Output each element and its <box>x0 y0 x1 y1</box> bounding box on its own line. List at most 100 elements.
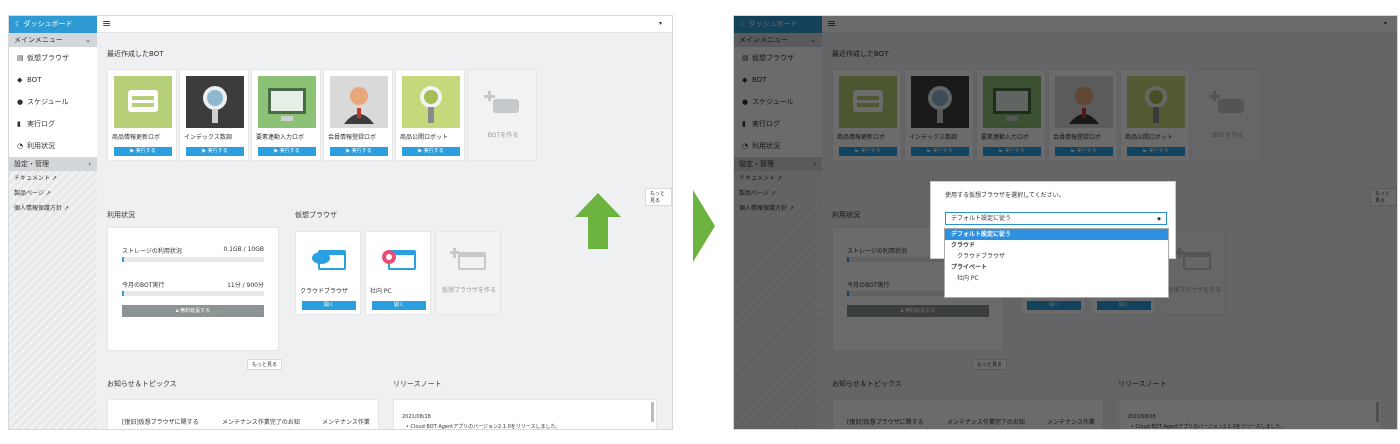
top-bar: ≡▾ <box>97 16 672 33</box>
chevron-down-icon: ⌄ <box>85 36 91 44</box>
sidebar-item-1[interactable]: ◆ BOT <box>9 69 97 91</box>
news-panel: [復旧]仮想ブラウザに関する メンテナンス作業完了のお知 メンテナンス作業 <box>107 399 379 429</box>
vbrowser-card[interactable]: 社内 PC 開く <box>365 231 431 315</box>
user-dropdown-icon[interactable]: ▾ <box>659 20 662 27</box>
run-bot-button[interactable]: ▶ 実行する <box>258 147 316 156</box>
release-panel: 2021/08/18 • Cloud BOT Agentアプリのバージョン2.1… <box>393 399 657 430</box>
sidebar-link-label: 個人情報保護方針 <box>14 205 63 212</box>
next-step-arrow <box>693 190 715 262</box>
vbrowser-options-list: デフォルト設定に従うクラウドクラウドブラウザプライベート 社内 PC <box>944 228 1169 298</box>
select-option: クラウド <box>945 240 1168 251</box>
select-option[interactable]: 社内 PC <box>945 273 1168 284</box>
select-option[interactable]: クラウドブラウザ <box>945 251 1168 262</box>
runs-value: 11分 / 900分 <box>227 282 264 289</box>
usage-panel: ストレージの利用状況 0.1GB / 10GB 今月のBOT実行 11分 / 900… <box>107 227 279 351</box>
option-label: プライベート <box>951 264 988 271</box>
recent-bots-title: 最近作成したBOT <box>107 50 164 58</box>
sidebar-link-1[interactable]: 製品ページ ↗ <box>9 186 97 201</box>
more-usage-button[interactable]: もっと見る <box>247 359 283 370</box>
vbrowser-card[interactable]: クラウドブラウザ 開く <box>295 231 361 315</box>
sidebar-item-label: 利用状況 <box>27 142 55 150</box>
sidebar-item-label: BOT <box>27 76 42 84</box>
create-bot-card[interactable]: BOTを作る <box>467 69 537 161</box>
dashboard-icon: ☾ <box>15 20 24 28</box>
bot-name: 商品情報更新ロボ <box>112 134 161 141</box>
runs-progress <box>122 291 264 296</box>
bot-card[interactable]: 要素連動入力ロボ ▶ 実行する <box>251 69 321 161</box>
open-vbrowser-button[interactable]: 開く <box>302 301 356 310</box>
option-label: 社内 PC <box>957 275 979 282</box>
bot-card[interactable]: 商品公開ロボット ▶ 実行する <box>395 69 465 161</box>
select-option: プライベート <box>945 262 1168 273</box>
storage-row: ストレージの利用状況 0.1GB / 10GB <box>122 246 264 255</box>
release-scrollbar[interactable] <box>651 402 654 422</box>
runs-fill <box>122 291 125 296</box>
bot-name: 要素連動入力ロボ <box>256 134 305 141</box>
clock-icon: ● <box>17 98 24 106</box>
sidebar-item-0[interactable]: ▤仮想ブラウザ <box>9 47 97 69</box>
create-vbrowser-card[interactable]: 仮想ブラウザを作る <box>435 231 501 315</box>
run-bot-button[interactable]: ▶ 実行する <box>402 147 460 156</box>
bot-card[interactable]: 商品情報更新ロボ ▶ 実行する <box>107 69 177 161</box>
news-item[interactable]: [復旧]仮想ブラウザに関する <box>122 417 212 426</box>
chevron-right-icon: › <box>88 160 91 168</box>
bot-card[interactable]: 会員情報登録ロボ ▶ 実行する <box>323 69 393 161</box>
dashboard-screen: ☾ ダッシュボード メインメニュー⌄▤仮想ブラウザ◆BOT●スケジュール▮実行ロ… <box>8 15 673 430</box>
select-caret-icon: ◆ <box>1157 216 1161 222</box>
vbrowser-name: クラウドブラウザ <box>300 288 349 295</box>
brand-label: ダッシュボード <box>23 20 73 28</box>
sidebar-item-4[interactable]: ◔利用状況 <box>9 135 97 157</box>
release-line: • Cloud BOT Agentアプリのバージョン2.1.0をリリースしました… <box>406 424 561 430</box>
storage-label: ストレージの利用状況 <box>122 248 182 255</box>
usage-title: 利用状況 <box>107 211 135 219</box>
external-link-icon: ↗ <box>51 175 57 182</box>
private-pc-icon <box>380 246 418 272</box>
sidebar-link-label: ドキュメント <box>14 175 51 182</box>
storage-value: 0.1GB / 10GB <box>223 246 264 253</box>
main-menu-label: メインメニュー <box>14 36 63 44</box>
bot-card[interactable]: インデックス数調 ▶ 実行する <box>179 69 249 161</box>
vbrowser-select[interactable]: デフォルト設定に従う ◆ <box>945 212 1167 225</box>
more-bots-button[interactable]: もっと見る <box>645 188 672 206</box>
sidebar-link-label: 製品ページ <box>14 190 44 197</box>
option-label: クラウド <box>951 242 976 249</box>
dashboard-screen: ☾ ダッシュボード メインメニュー⌄▤仮想ブラウザ◆BOT●スケジュール▮実行ロ… <box>733 15 1398 430</box>
release-title: リリースノート <box>393 380 442 388</box>
document-icon: ▮ <box>17 120 21 128</box>
add-browser-icon <box>450 246 488 272</box>
sidebar-item-label: 実行ログ <box>27 120 55 128</box>
brand-dashboard[interactable]: ☾ ダッシュボード <box>9 16 97 33</box>
bot-thumbnail-icon <box>258 76 316 128</box>
storage-progress <box>122 257 264 262</box>
sidebar-item-3[interactable]: ▮ 実行ログ <box>9 113 97 135</box>
bot-thumbnail-icon <box>402 76 460 128</box>
vbrowser-title: 仮想ブラウザ <box>295 211 337 219</box>
bot-thumbnail-icon <box>114 76 172 128</box>
pie-chart-icon: ◔ <box>17 142 24 150</box>
storage-fill <box>122 257 125 262</box>
news-item[interactable]: メンテナンス作業完了のお知 <box>222 417 312 426</box>
settings-menu-header[interactable]: 設定・管理 › <box>9 157 97 171</box>
sidebar-item-2[interactable]: ●スケジュール <box>9 91 97 113</box>
select-option[interactable]: デフォルト設定に従う <box>945 229 1168 240</box>
upgrade-label: 無料延長する <box>180 308 211 314</box>
runs-label: 今月のBOT実行 <box>122 282 165 289</box>
run-bot-button[interactable]: ▶ 実行する <box>114 147 172 156</box>
cloud-browser-icon <box>310 246 348 272</box>
select-value: デフォルト設定に従う <box>951 215 1012 222</box>
main-menu-header[interactable]: メインメニュー ⌄ <box>9 33 97 47</box>
open-vbrowser-button[interactable]: 開く <box>372 301 426 310</box>
sidebar-link-0[interactable]: ドキュメント ↗ <box>9 171 97 186</box>
option-label: クラウドブラウザ <box>957 253 1006 260</box>
sidebar-link-2[interactable]: 個人情報保護方針 ↗ <box>9 201 97 216</box>
hamburger-icon[interactable]: ≡ <box>102 17 111 30</box>
news-title: お知らせ＆トピックス <box>107 380 177 388</box>
sidebar-item-label: スケジュール <box>27 98 69 106</box>
create-vbrowser-label: 仮想ブラウザを作る <box>441 287 496 294</box>
run-bot-button[interactable]: ▶ 実行する <box>330 147 388 156</box>
bot-thumbnail-icon <box>330 76 388 128</box>
run-bot-button[interactable]: ▶ 実行する <box>186 147 244 156</box>
main-content: 最近作成したBOT 商品情報更新ロボ ▶ 実行する インデックス数調 ▶ 実行す… <box>97 33 672 429</box>
upgrade-button[interactable]: 🔒︎ 無料延長する <box>122 305 264 317</box>
release-date: 2021/08/18 <box>402 414 431 420</box>
